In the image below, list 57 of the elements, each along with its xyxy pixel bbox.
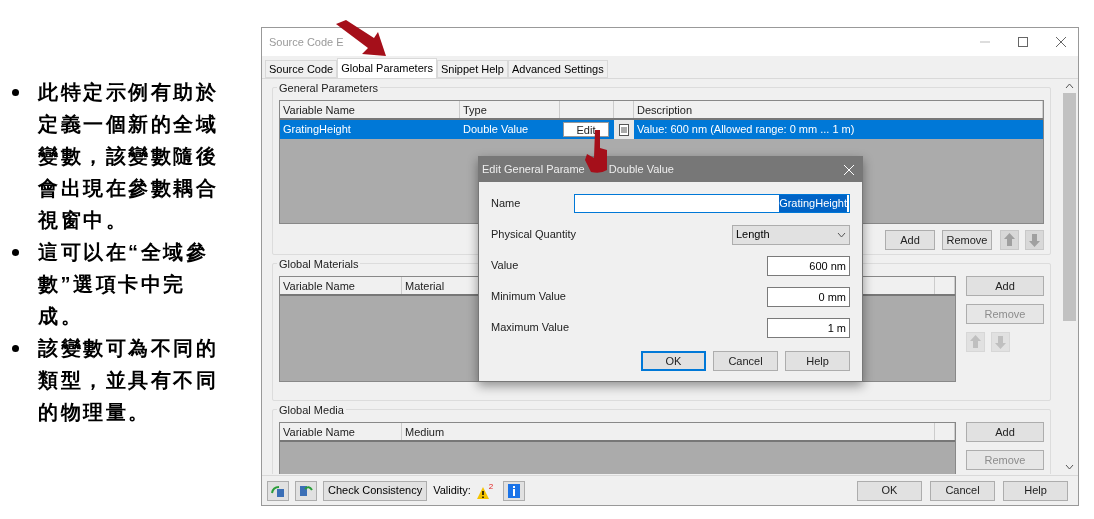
info-icon[interactable] <box>503 480 526 501</box>
table-row[interactable]: GratingHeight Double Value Edit Value: 600 nm (Allowed range: 0 mm ... 1 m) <box>280 120 1043 139</box>
chevron-down-icon <box>837 231 846 238</box>
tab[interactable]: Source Code <box>265 60 338 78</box>
bullet-icon <box>12 89 19 96</box>
dialog-title: Double Value <box>608 162 674 178</box>
push-button[interactable]: Help <box>785 351 850 371</box>
push-button[interactable]: OK <box>641 351 706 371</box>
value-field[interactable]: 600 nm <box>767 255 850 276</box>
push-button[interactable]: Remove <box>942 230 992 250</box>
table-cell-text: GratingHeight <box>282 122 352 137</box>
scroll-up-icon[interactable] <box>1065 83 1074 89</box>
quantity-dropdown[interactable]: Length <box>732 224 850 245</box>
name-field[interactable]: GratingHeight <box>574 194 850 213</box>
field-label: Name <box>491 196 521 212</box>
close-icon[interactable] <box>1056 37 1066 47</box>
push-button[interactable]: Help <box>1003 480 1068 501</box>
maximize-icon[interactable] <box>1018 37 1028 47</box>
push-button[interactable]: OK <box>857 480 922 501</box>
warning-count: 2 <box>488 482 494 491</box>
tab[interactable]: Advanced Settings <box>507 60 608 78</box>
scroll-down-icon[interactable] <box>1065 464 1074 470</box>
push-button[interactable]: Cancel <box>713 351 778 371</box>
push-button[interactable]: Add <box>966 276 1044 296</box>
edit-button[interactable]: Edit <box>563 122 609 137</box>
tab[interactable]: Global Parameters <box>337 58 437 78</box>
table-cell-text: Value: 600 nm (Allowed range: 0 mm ... 1 m) <box>636 122 856 137</box>
export-icon[interactable] <box>295 480 317 501</box>
push-button[interactable]: Add <box>885 230 935 250</box>
import-icon[interactable] <box>267 480 289 501</box>
validity-label: Validity: <box>433 483 471 499</box>
dialog-title: Edit General Parame <box>482 162 585 178</box>
bullet-icon <box>12 249 19 256</box>
field-label: Value <box>491 258 519 274</box>
column-header[interactable]: Medium <box>402 423 935 440</box>
field-label: Maximum Value <box>491 320 570 336</box>
column-header[interactable]: Variable Name <box>280 101 460 118</box>
document-icon[interactable] <box>619 123 629 136</box>
field-label: Physical Quantity <box>491 227 576 243</box>
warning-icon <box>476 486 489 499</box>
value-field[interactable]: 0 mm <box>767 286 850 307</box>
table-cell-text: Double Value <box>462 122 530 137</box>
column-header[interactable]: Description <box>634 101 1043 118</box>
push-button[interactable]: Cancel <box>930 480 995 501</box>
tab[interactable]: Snippet Help <box>436 60 508 78</box>
value-field[interactable]: 1 m <box>767 317 850 338</box>
column-header[interactable]: Variable Name <box>280 277 402 294</box>
bullet-icon <box>12 345 19 352</box>
column-header[interactable]: Variable Name <box>280 423 402 440</box>
push-button[interactable]: Add <box>966 422 1044 442</box>
check-consistency-button[interactable]: Check Consistency <box>323 480 428 501</box>
field-label: Minimum Value <box>491 289 566 305</box>
column-header[interactable]: Type <box>460 101 560 118</box>
window-title: Source Code E <box>269 34 344 50</box>
bullet-text: 這可以在“全域參數”選項卡中完成。 <box>38 240 209 329</box>
bullet-text: 此特定示例有助於定義一個新的全域變數，該變數隨後會出現在參數耦合視窗中。 <box>38 80 219 233</box>
bullet-text: 該變數可為不同的類型，並具有不同的物理量。 <box>38 336 219 425</box>
